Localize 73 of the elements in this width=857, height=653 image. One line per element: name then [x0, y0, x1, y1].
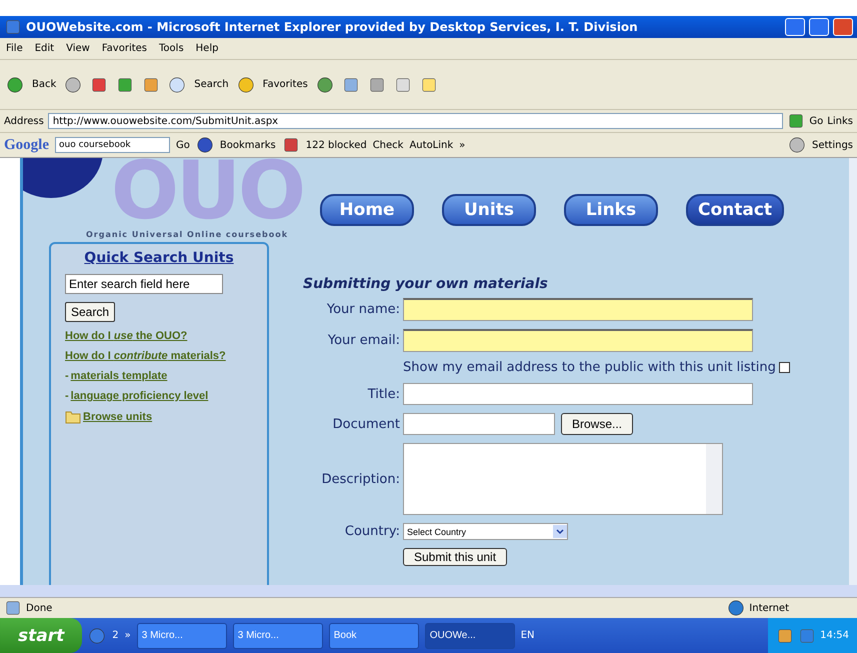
settings-button[interactable]: Settings [812, 140, 853, 150]
nav-button[interactable]: Home [320, 194, 414, 226]
minimize-button[interactable] [785, 18, 805, 36]
taskbar-button[interactable]: OUOWe... [424, 622, 515, 648]
bookmarks-button[interactable]: Bookmarks [220, 140, 276, 150]
favorites-button[interactable]: Favorites [262, 79, 308, 90]
browse-button[interactable]: Browse... [561, 413, 634, 435]
language-indicator[interactable]: EN [520, 630, 535, 641]
dash-mark: - [65, 390, 69, 402]
form-heading: Submitting your own materials [303, 276, 549, 292]
go-button[interactable]: Go [809, 116, 824, 126]
start-button[interactable]: start [0, 618, 82, 653]
sidebar-link[interactable]: Browse units [83, 411, 152, 423]
clock: 14:54 [820, 630, 849, 641]
submit-button[interactable]: Submit this unit [403, 548, 508, 566]
status-text: Done [26, 602, 52, 614]
menu-item[interactable]: Help [196, 43, 218, 54]
address-label: Address [4, 116, 44, 126]
window-title: OUOWebsite.com - Microsoft Internet Explorer provided by Desktop Services, I. T. Division [26, 20, 639, 34]
sidebar-link[interactable]: How do I use the OUO? [65, 330, 253, 342]
field-label: Title: [366, 386, 400, 402]
field-label: Description: [320, 472, 400, 486]
nav-button[interactable]: Contact [686, 194, 784, 226]
go-button[interactable]: Go [176, 140, 190, 150]
address-field[interactable]: http://www.ouowebsite.com/SubmitUnit.aspx [48, 113, 784, 129]
menu-item[interactable]: Favorites [102, 43, 148, 54]
file-field[interactable] [403, 413, 555, 435]
sidebar-title: Quick Search Units [83, 250, 235, 266]
input-field[interactable] [403, 298, 753, 321]
field-label: Your email: [326, 333, 400, 348]
nav-button[interactable]: Links [564, 194, 658, 226]
check-button[interactable]: Check [372, 140, 404, 150]
search-button[interactable]: Search [65, 302, 116, 322]
horizontal-scrollbar[interactable] [0, 585, 857, 597]
taskbar-button[interactable]: 3 Micro... [136, 622, 227, 648]
menu-item[interactable]: Tools [159, 43, 184, 54]
checkbox[interactable] [778, 362, 790, 373]
vertical-scrollbar[interactable] [849, 158, 857, 585]
menu-item[interactable]: File [6, 43, 23, 54]
close-button[interactable] [833, 18, 853, 36]
sidebar-link[interactable]: materials template [70, 370, 168, 382]
blocked-count[interactable]: 122 blocked [306, 140, 367, 150]
google-logo: Google [4, 136, 49, 154]
site-tagline: Organic Universal Online coursebook [86, 230, 288, 239]
taskbar-button[interactable]: 3 Micro... [232, 622, 323, 648]
caret-icon[interactable] [553, 525, 567, 538]
taskbar-button[interactable]: Book [328, 622, 419, 648]
field-label: Country: [344, 524, 400, 539]
links-button[interactable]: Links [827, 116, 853, 126]
input-field[interactable] [403, 329, 753, 352]
nav-button[interactable]: Units [442, 194, 536, 226]
sidebar-link[interactable]: How do I contribute materials? [65, 350, 253, 362]
field-label: Your name: [326, 302, 400, 317]
description-field[interactable] [403, 443, 723, 515]
folder-icon [65, 410, 81, 424]
input-field[interactable] [403, 383, 753, 405]
dash-mark: - [65, 370, 69, 382]
sidebar-link[interactable]: language proficiency level [70, 390, 208, 402]
menu-item[interactable]: View [66, 43, 90, 54]
search-button[interactable]: Search [194, 79, 229, 90]
search-field[interactable]: Enter search field here [65, 274, 223, 294]
maximize-button[interactable] [809, 18, 829, 36]
quick-launch-badge[interactable]: 2 [112, 630, 119, 641]
more-button[interactable]: » [124, 630, 131, 641]
more-button[interactable]: » [459, 140, 466, 150]
autolink-button[interactable]: AutoLink [409, 140, 454, 150]
country-dropdown[interactable]: Select Country [403, 523, 568, 540]
back-button[interactable]: Back [32, 79, 56, 90]
field-label: Document [332, 416, 400, 432]
toolbar-search-field[interactable]: ouo coursebook [55, 137, 170, 153]
zone-text: Internet [749, 602, 789, 614]
menu-item[interactable]: Edit [34, 43, 54, 54]
checkbox-label: Show my email address to the public with this unit listing [403, 360, 776, 375]
